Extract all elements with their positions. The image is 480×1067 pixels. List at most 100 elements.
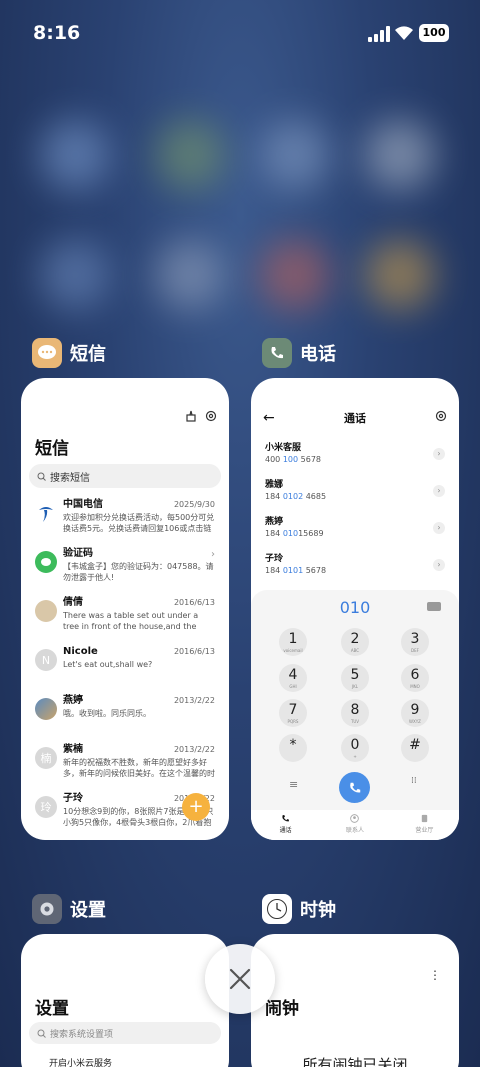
dial-key-hash[interactable]: # (401, 734, 429, 762)
tab-contacts[interactable]: 联系人 (320, 810, 389, 840)
settings-gear-icon[interactable] (205, 410, 217, 422)
contact-number: 184 0101 5678 (265, 566, 327, 575)
settings-app-header[interactable]: 设置 (32, 894, 106, 924)
conversation-date: 2025/9/30 (173, 500, 215, 509)
messages-search-input[interactable]: 搜索短信 (29, 464, 221, 488)
sim-card-icon (421, 814, 428, 823)
keypad-toggle-icon[interactable]: ⁞⁞ (411, 776, 417, 786)
conversation-item[interactable]: 倩倩 2016/6/13 There was a table set out u… (21, 596, 229, 645)
settings-search-input[interactable]: 搜索系统设置项 (29, 1022, 221, 1044)
contact-item[interactable]: 小米客服 400 100 5678 › (265, 442, 445, 472)
conversation-preview: 【韦城盒子】您的验证码为：047588。请勿泄露于他人! (63, 562, 214, 582)
chevron-right-icon[interactable]: › (433, 485, 445, 497)
conversation-date: 2016/6/13 (173, 647, 215, 656)
settings-gear-icon[interactable] (435, 410, 447, 422)
settings-screen-title: 设置 (35, 999, 69, 1019)
dial-key-7[interactable]: 7 PQRS (279, 699, 307, 727)
settings-app-name: 设置 (70, 900, 106, 921)
contact-item[interactable]: 子玲 184 0101 5678 › (265, 553, 445, 583)
conversation-date: 2013/2/22 (173, 696, 215, 705)
conversation-preview: Let's eat out,shall we? (63, 660, 153, 669)
battery-indicator: 100 (419, 24, 449, 42)
contact-number: 184 01015689 (265, 529, 324, 538)
phone-app-header[interactable]: 电话 (262, 338, 336, 368)
dial-key-0[interactable]: 0 + (341, 734, 369, 762)
dial-key-star[interactable]: * (279, 734, 307, 762)
clock-screen-title: 闹钟 (265, 999, 299, 1019)
more-options-icon[interactable]: ⋮ (429, 968, 441, 982)
clean-icon[interactable] (185, 410, 197, 422)
search-icon (37, 472, 46, 481)
new-message-button[interactable]: + (182, 793, 210, 821)
tab-service-hall[interactable]: 营业厅 (390, 810, 459, 840)
chevron-right-icon[interactable]: › (433, 559, 445, 571)
phone-icon (349, 782, 360, 792)
call-button[interactable] (339, 772, 370, 803)
search-icon (37, 1029, 46, 1038)
dial-key-5[interactable]: 5 JKL (341, 664, 369, 692)
contact-number: 400 100 5678 (265, 455, 321, 464)
dial-key-3[interactable]: 3 DEF (401, 628, 429, 656)
tab-label: 通话 (279, 827, 292, 834)
backspace-icon[interactable] (427, 602, 441, 611)
conversation-preview: 哦。收到啦。同乐同乐。 (63, 709, 151, 718)
messages-app-card[interactable]: 短信 搜索短信 中国电信 2025/9/30 欢迎参加积分兑换话费活动，每500… (21, 378, 229, 840)
conversation-item[interactable]: 燕婷 2013/2/22 哦。收到啦。同乐同乐。 (21, 694, 229, 743)
conversation-item[interactable]: 验证码 › 【韦城盒子】您的验证码为：047588。请勿泄露于他人! (21, 547, 229, 596)
conversation-item[interactable]: 楠 紫楠 2013/2/22 新年的祝福数不胜数，新年的愿望好多好多，新年的问候… (21, 743, 229, 792)
clear-all-button[interactable] (205, 944, 275, 1014)
signal-icon (368, 26, 390, 42)
messages-app-name: 短信 (70, 344, 106, 365)
menu-icon[interactable]: ≡ (289, 778, 298, 791)
messages-search-placeholder: 搜索短信 (50, 472, 90, 484)
dial-key-6[interactable]: 6 MNO (401, 664, 429, 692)
messages-screen-title: 短信 (35, 439, 69, 459)
conversation-item[interactable]: 中国电信 2025/9/30 欢迎参加积分兑换话费活动，每500分可兑换话费5元… (21, 498, 229, 547)
contact-item[interactable]: 雅娜 184 0102 4685 › (265, 479, 445, 509)
chevron-right-icon[interactable]: › (433, 522, 445, 534)
clock-app-icon (262, 894, 292, 924)
contact-number: 184 0102 4685 (265, 492, 327, 501)
conversation-list: 中国电信 2025/9/30 欢迎参加积分兑换话费活动，每500分可兑换话费5元… (21, 498, 229, 840)
clock-app-name: 时钟 (300, 900, 336, 921)
phone-app-card[interactable]: ← 通话 小米客服 400 100 5678 › 雅娜 184 0102 468… (251, 378, 459, 840)
dial-key-1[interactable]: 1 voicemail (279, 628, 307, 656)
person-icon (350, 814, 360, 823)
clock-app-header[interactable]: 时钟 (262, 894, 336, 924)
messages-app-header[interactable]: 短信 (32, 338, 106, 368)
tab-calls[interactable]: 通话 (251, 810, 320, 840)
conversation-date: 2016/6/13 (173, 598, 215, 607)
alarm-status-text: 所有闹钟已关闭 (302, 1056, 408, 1067)
avatar-photo (35, 698, 57, 720)
conversation-preview: 新年的祝福数不胜数，新年的愿望好多好多，新年的问候依旧美好。在这个温馨的时刻，.… (63, 758, 215, 778)
contact-item[interactable]: 燕婷 184 01015689 › (265, 516, 445, 546)
dial-key-8[interactable]: 8 TUV (341, 699, 369, 727)
settings-app-icon (32, 894, 62, 924)
phone-screen-title: 通话 (344, 412, 366, 425)
settings-app-card[interactable]: 设置 搜索系统设置项 开启小米云服务 (21, 934, 229, 1067)
phone-icon (282, 815, 290, 822)
settings-item-mi-cloud[interactable]: 开启小米云服务 (49, 1056, 112, 1067)
phone-app-icon (262, 338, 292, 368)
clock-app-card[interactable]: ⋮ 闹钟 所有闹钟已关闭 (251, 934, 459, 1067)
chevron-right-icon[interactable]: › (433, 448, 445, 460)
dial-key-9[interactable]: 9 WXYZ (401, 699, 429, 727)
status-bar: 8:16 100 (0, 0, 480, 66)
dial-key-2[interactable]: 2 ABC (341, 628, 369, 656)
conversation-date: 2013/2/22 (173, 745, 215, 754)
contact-name: 子玲 (265, 554, 284, 564)
tab-label: 营业厅 (415, 827, 434, 834)
conversation-preview: 欢迎参加积分兑换话费活动，每500分可兑换话费5元。兑换话费请回复106或点击链… (63, 513, 215, 533)
contact-name: 小米客服 (265, 443, 302, 453)
telecom-logo-icon (35, 502, 57, 524)
dialpad: 010 1 voicemail 2 ABC 3 DEF 4 GHI 5 JKL 6 MNO … (251, 590, 459, 840)
chevron-right-icon: › (211, 549, 215, 560)
contact-name: 燕婷 (265, 517, 284, 527)
avatar-letter: 楠 (35, 747, 57, 769)
tab-label: 联系人 (345, 827, 364, 834)
conversation-item[interactable]: N Nicole 2016/6/13 Let's eat out,shall w… (21, 645, 229, 694)
wifi-icon (395, 26, 413, 40)
dial-key-4[interactable]: 4 GHI (279, 664, 307, 692)
phone-app-name: 电话 (300, 344, 336, 365)
avatar-letter: N (35, 649, 57, 671)
